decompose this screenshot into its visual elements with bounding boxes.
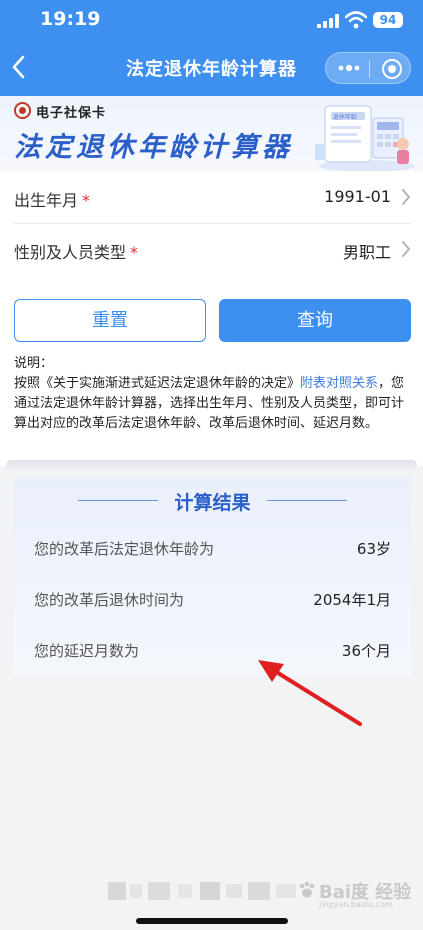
banner-title: 法定退休年龄计算器 bbox=[14, 132, 293, 163]
more-dots-icon[interactable] bbox=[338, 61, 360, 75]
note-body: 按照《关于实施渐进式延迟法定退休年龄的决定》附表对照关系，您通过法定退休年龄计算… bbox=[14, 376, 405, 431]
query-button[interactable]: 查询 bbox=[219, 299, 411, 342]
required-mark: * bbox=[130, 243, 139, 262]
birth-date-label: 出生年月 * bbox=[14, 191, 91, 210]
explanation-note: 说明： 按照《关于实施渐进式延迟法定退休年龄的决定》附表对照关系，您通过法定退休… bbox=[14, 354, 411, 434]
action-area: 重置 查询 说明： 按照《关于实施渐进式延迟法定退休年龄的决定》附表对照关系，您… bbox=[0, 276, 423, 466]
results-title: 计算结果 bbox=[174, 492, 251, 514]
person-type-value: 男职工 bbox=[342, 243, 391, 262]
social-security-logo-icon bbox=[14, 102, 31, 119]
banner: 电子社保卡 法定退休年龄计算器 退休年龄 bbox=[0, 96, 423, 178]
status-bar: 19:19 94 bbox=[0, 0, 423, 40]
person-type-selector[interactable]: 性别及人员类型 * 男职工 bbox=[14, 223, 411, 275]
chevron-right-icon bbox=[402, 241, 411, 257]
baidu-watermark: Bai度 经验 jingyan.baidu.com bbox=[297, 874, 411, 914]
result-slot-shadow bbox=[6, 460, 417, 470]
capsule-divider bbox=[369, 60, 370, 78]
wifi-icon bbox=[345, 11, 367, 29]
target-circle-icon[interactable] bbox=[381, 58, 403, 80]
header-line-right bbox=[267, 500, 347, 501]
paw-logo-icon bbox=[299, 881, 315, 898]
signal-icon bbox=[317, 14, 339, 28]
result-row-retirement-time: 您的改革后退休时间为 2054年1月 bbox=[34, 589, 391, 639]
appendix-link[interactable]: 附表对照关系 bbox=[300, 376, 378, 391]
calculator-form: 出生年月 * 1991-01 性别及人员类型 * 男职工 bbox=[0, 171, 423, 276]
results-panel: 计算结果 您的改革后法定退休年龄为 63岁 您的改革后退休时间为 2054年1月… bbox=[14, 478, 411, 676]
reset-button[interactable]: 重置 bbox=[14, 299, 206, 342]
brand-text: 电子社保卡 bbox=[36, 106, 107, 121]
required-mark: * bbox=[82, 191, 91, 210]
blurred-footer-text bbox=[108, 882, 296, 900]
person-type-label: 性别及人员类型 * bbox=[14, 243, 139, 262]
result-value: 63岁 bbox=[356, 540, 391, 558]
birth-date-selector[interactable]: 出生年月 * 1991-01 bbox=[14, 171, 411, 224]
illustration-label: 退休年龄 bbox=[333, 113, 357, 121]
result-label: 您的延迟月数为 bbox=[34, 642, 140, 660]
nav-bar: 法定退休年龄计算器 bbox=[0, 40, 423, 96]
note-heading: 说明： bbox=[14, 356, 54, 371]
watermark-url: jingyan.baidu.com bbox=[319, 900, 393, 909]
home-indicator[interactable] bbox=[136, 918, 288, 924]
calculator-illustration-icon: 退休年龄 bbox=[315, 105, 415, 172]
result-label: 您的改革后退休时间为 bbox=[34, 591, 185, 609]
result-row-retirement-age: 您的改革后法定退休年龄为 63岁 bbox=[34, 538, 391, 588]
result-label: 您的改革后法定退休年龄为 bbox=[34, 540, 215, 558]
status-time: 19:19 bbox=[40, 8, 101, 30]
red-arrow-annotation bbox=[258, 660, 362, 726]
chevron-right-icon bbox=[402, 189, 411, 205]
result-value: 2054年1月 bbox=[313, 591, 391, 609]
mini-program-capsule bbox=[325, 52, 411, 84]
birth-date-value: 1991-01 bbox=[324, 187, 391, 206]
results-header: 计算结果 bbox=[14, 486, 411, 516]
battery-icon: 94 bbox=[373, 12, 403, 28]
battery-level: 94 bbox=[379, 13, 397, 27]
